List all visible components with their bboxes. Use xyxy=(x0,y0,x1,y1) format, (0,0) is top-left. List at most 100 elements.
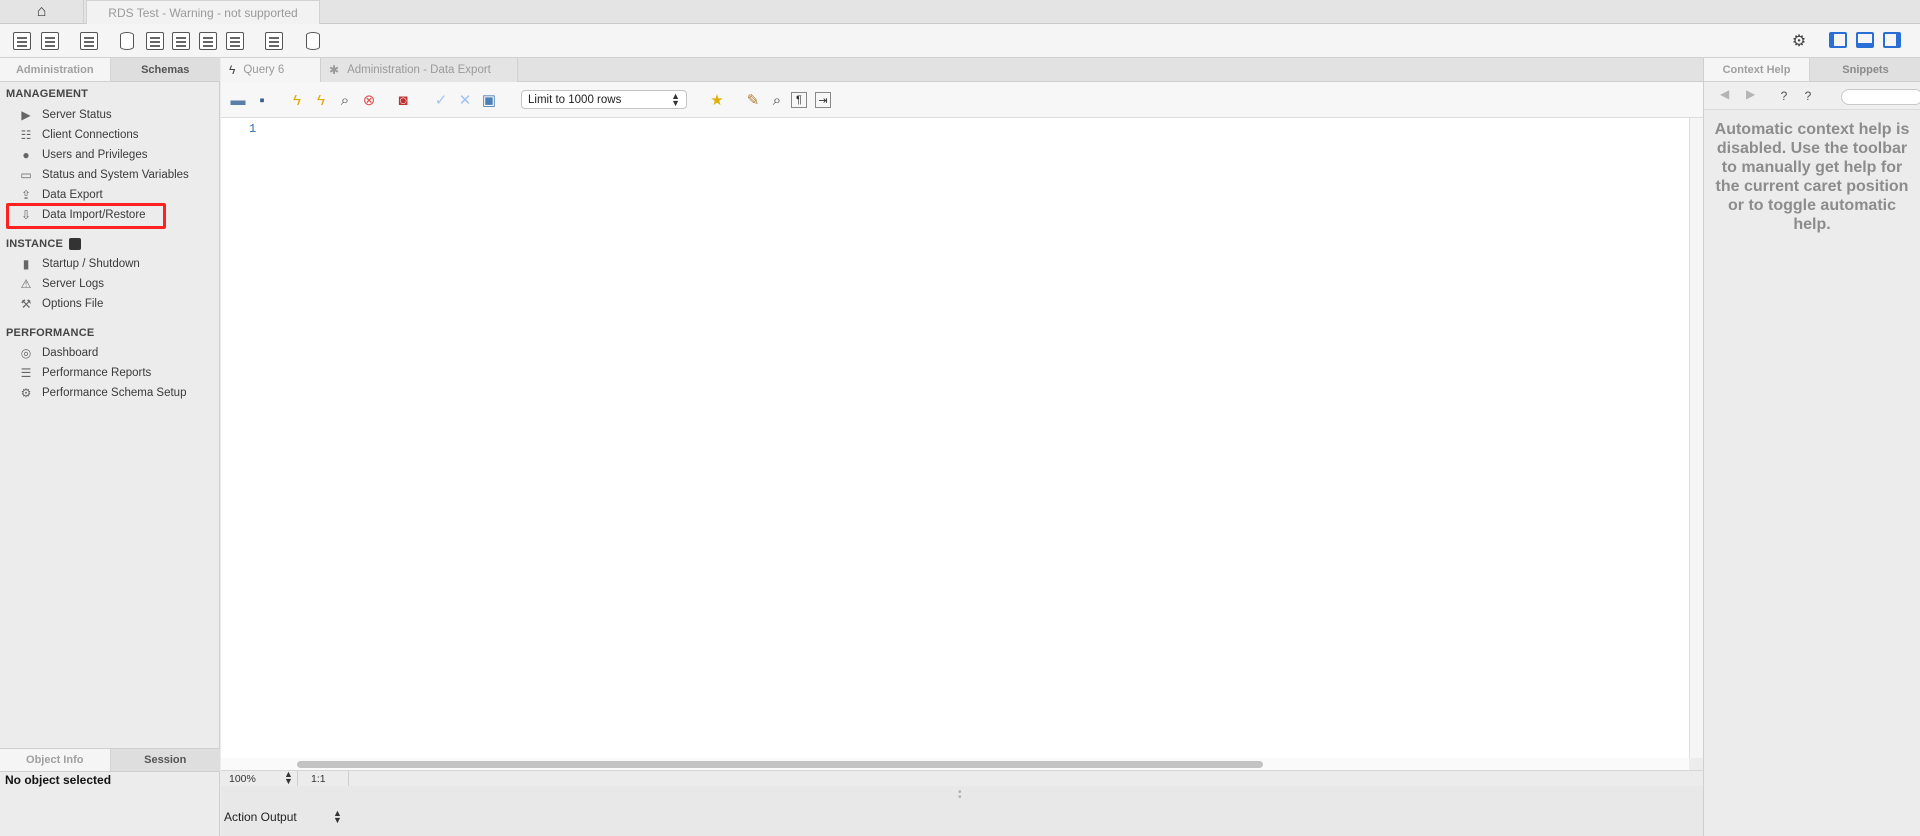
home-button[interactable]: ⌂ xyxy=(0,0,84,24)
instance-status-icon xyxy=(69,238,82,250)
autocommit-icon[interactable]: ▣ xyxy=(479,90,499,110)
new-sql-tab-icon[interactable] xyxy=(11,30,33,52)
zoom-stepper-icon[interactable]: ▲ ▼ xyxy=(284,770,293,786)
open-file-icon[interactable]: ▬ xyxy=(228,90,248,110)
tab-administration[interactable]: Administration xyxy=(0,58,111,81)
invisible-chars-icon[interactable]: ¶ xyxy=(791,92,807,108)
add-snippet-icon[interactable]: ★ xyxy=(707,90,727,110)
sidebar-item-data-export[interactable]: ⇪ Data Export xyxy=(18,186,103,204)
rollback-icon[interactable]: ✕ xyxy=(455,90,475,110)
sql-editor-toolbar: ▬ ▪ ϟ ϟ ⌕ ⊗ ◙ ✓ ✕ ▣ Limit to 1000 rows ▲… xyxy=(221,82,1703,118)
sidebar-item-users-privileges[interactable]: ● Users and Privileges xyxy=(18,146,147,164)
toggle-sidebar-icon[interactable] xyxy=(1829,32,1847,48)
search-table-data-icon[interactable] xyxy=(263,30,285,52)
tab-query-6[interactable]: ϟ Query 6 xyxy=(221,58,321,82)
tab-object-info[interactable]: Object Info xyxy=(0,749,111,771)
sidebar-item-performance-reports[interactable]: ☰ Performance Reports xyxy=(18,364,152,382)
help-search-input[interactable] xyxy=(1841,89,1920,105)
play-circle-icon: ▶ xyxy=(21,108,31,122)
sidebar-item-options-file[interactable]: ⚒ Options File xyxy=(18,295,104,313)
caret-position: 1:1 xyxy=(297,771,349,787)
chevron-updown-icon[interactable]: ▲ ▼ xyxy=(333,809,342,825)
limit-rows-value: Limit to 1000 rows xyxy=(528,93,622,106)
save-icon[interactable]: ▪ xyxy=(252,90,272,110)
create-function-icon[interactable] xyxy=(224,30,246,52)
reconnect-icon[interactable] xyxy=(302,30,324,52)
connection-tab-label: RDS Test - Warning - not supported xyxy=(108,5,298,20)
tab-label: Query 6 xyxy=(243,64,285,76)
sidebar-item-dashboard[interactable]: ◎ Dashboard xyxy=(18,344,99,362)
tab-snippets[interactable]: Snippets xyxy=(1810,58,1920,81)
sidebar-item-label: Server Status xyxy=(42,109,112,121)
sql-editor[interactable]: 1 xyxy=(221,118,1689,758)
sidebar-item-status-variables[interactable]: ▭ Status and System Variables xyxy=(18,166,189,184)
tab-context-help[interactable]: Context Help xyxy=(1704,58,1810,81)
right-panel-tabs: Context Help Snippets xyxy=(1704,58,1920,82)
horizontal-scrollbar[interactable] xyxy=(221,758,1689,770)
section-management: MANAGEMENT xyxy=(6,88,89,100)
preferences-icon[interactable]: ⚙ xyxy=(1788,30,1810,52)
toggle-secondary-sidebar-icon[interactable] xyxy=(1883,32,1901,48)
home-icon: ⌂ xyxy=(36,3,47,20)
sidebar-item-performance-schema-setup[interactable]: ⚙ Performance Schema Setup xyxy=(18,384,187,402)
zoom-level[interactable]: 100% xyxy=(229,773,256,785)
navigator-sidebar: Administration Schemas MANAGEMENT ▶ Serv… xyxy=(0,58,220,836)
sidebar-item-label: Data Export xyxy=(42,189,103,201)
commit-icon[interactable]: ✓ xyxy=(431,90,451,110)
vertical-scrollbar[interactable] xyxy=(1689,118,1703,758)
open-sql-script-icon[interactable] xyxy=(39,30,61,52)
user-icon: ● xyxy=(22,148,30,162)
sidebar-item-label: Options File xyxy=(42,298,104,310)
horizontal-scrollbar-thumb[interactable] xyxy=(297,761,1263,768)
explain-icon[interactable]: ⌕ xyxy=(335,90,355,110)
create-view-icon[interactable] xyxy=(170,30,192,52)
limit-rows-select[interactable]: Limit to 1000 rows ▲ ▼ xyxy=(521,90,687,109)
output-type-select[interactable]: Action Output xyxy=(224,810,297,824)
create-schema-icon[interactable] xyxy=(116,30,138,52)
object-info-status: No object selected xyxy=(5,773,112,787)
sidebar-item-startup-shutdown[interactable]: ▮ Startup / Shutdown xyxy=(18,255,140,273)
resize-handle-icon[interactable]: • • xyxy=(958,788,962,803)
navigator-tabs: Administration Schemas xyxy=(0,58,220,82)
sidebar-item-label: Status and System Variables xyxy=(42,169,189,181)
tab-session[interactable]: Session xyxy=(110,749,220,771)
find-icon[interactable]: ⌕ xyxy=(767,90,787,110)
sidebar-item-server-logs[interactable]: ⚠ Server Logs xyxy=(18,275,104,293)
context-help-toolbar: ◀ ▶ ? ? xyxy=(1704,82,1920,110)
tab-administration-data-export[interactable]: ✱ Administration - Data Export xyxy=(321,58,518,82)
wrench-icon: ⚒ xyxy=(20,297,32,311)
stop-icon[interactable]: ⊗ xyxy=(359,90,379,110)
sidebar-item-client-connections[interactable]: ☷ Client Connections xyxy=(18,126,139,144)
section-instance: INSTANCE xyxy=(6,238,82,250)
section-instance-label: INSTANCE xyxy=(6,238,64,250)
sidebar-item-label: Performance Reports xyxy=(42,367,152,379)
toggle-continue-on-error-icon[interactable]: ◙ xyxy=(393,90,413,110)
context-help-message: Automatic context help is disabled. Use … xyxy=(1714,121,1910,233)
tab-schemas[interactable]: Schemas xyxy=(110,58,220,81)
beautify-icon[interactable]: ✎ xyxy=(743,90,763,110)
sidebar-item-label: Startup / Shutdown xyxy=(42,258,140,270)
back-arrow-icon[interactable]: ◀ xyxy=(1720,87,1729,101)
toggle-output-icon[interactable] xyxy=(1856,32,1874,48)
reports-icon: ☰ xyxy=(20,366,32,380)
word-wrap-icon[interactable]: ⇥ xyxy=(815,92,831,108)
create-table-icon[interactable] xyxy=(144,30,166,52)
export-icon: ⇪ xyxy=(20,188,32,202)
sidebar-item-server-status[interactable]: ▶ Server Status xyxy=(18,106,112,124)
context-help-panel: Context Help Snippets ◀ ▶ ? ? Automatic … xyxy=(1703,58,1920,836)
sidebar-item-label: Client Connections xyxy=(42,129,139,141)
manual-help-icon[interactable]: ? xyxy=(1776,88,1792,104)
connection-tab[interactable]: RDS Test - Warning - not supported xyxy=(86,0,320,24)
forward-arrow-icon[interactable]: ▶ xyxy=(1746,87,1755,101)
execute-current-icon[interactable]: ϟ xyxy=(311,90,331,110)
auto-help-icon[interactable]: ? xyxy=(1800,88,1816,104)
create-procedure-icon[interactable] xyxy=(197,30,219,52)
editor-status-bar: 100% ▲ ▼ 1:1 xyxy=(221,770,1703,787)
main-toolbar: ⚙ xyxy=(0,24,1920,58)
chevron-updown-icon: ▲ ▼ xyxy=(671,91,680,108)
execute-icon[interactable]: ϟ xyxy=(287,90,307,110)
inspector-icon[interactable] xyxy=(78,30,100,52)
highlight-box xyxy=(6,203,166,229)
connections-icon: ☷ xyxy=(20,128,32,142)
output-panel: • • Action Output ▲ ▼ xyxy=(221,786,1703,836)
